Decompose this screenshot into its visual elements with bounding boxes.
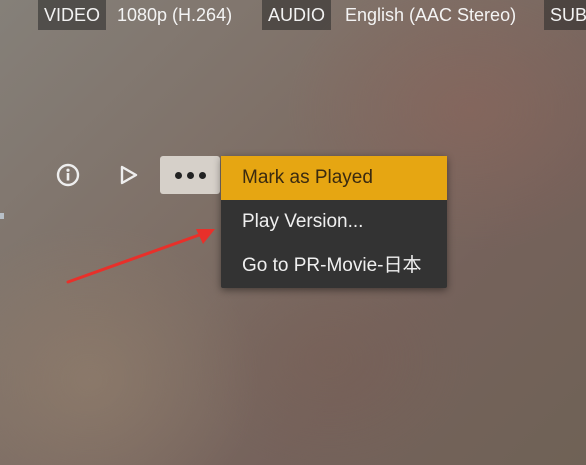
play-button[interactable] — [110, 157, 146, 193]
info-button[interactable] — [50, 157, 86, 193]
play-triangle-icon — [120, 165, 138, 185]
video-value: 1080p (H.264) — [117, 5, 233, 25]
info-circle-icon — [56, 163, 80, 187]
more-dot — [186, 171, 194, 179]
subtitle-label: SUB — [544, 0, 586, 30]
menu-item-go-to-library[interactable]: Go to PR-Movie-日本 — [221, 244, 447, 288]
more-options-button[interactable] — [160, 156, 220, 194]
audio-label: AUDIO — [262, 0, 332, 30]
more-options-menu: Mark as Played Play Version... Go to PR-… — [221, 156, 447, 288]
annotation-arrow — [66, 229, 215, 284]
media-info-bar: VIDEO 1080p (H.264) AUDIO English (AAC S… — [0, 0, 586, 31]
edge-indicator — [0, 213, 4, 219]
more-dots-icon — [174, 171, 182, 179]
video-label: VIDEO — [38, 0, 107, 30]
menu-item-play-version[interactable]: Play Version... — [221, 200, 447, 244]
audio-value: English (AAC Stereo) — [345, 5, 517, 25]
menu-item-mark-as-played[interactable]: Mark as Played — [221, 156, 447, 200]
more-dot — [198, 171, 206, 179]
